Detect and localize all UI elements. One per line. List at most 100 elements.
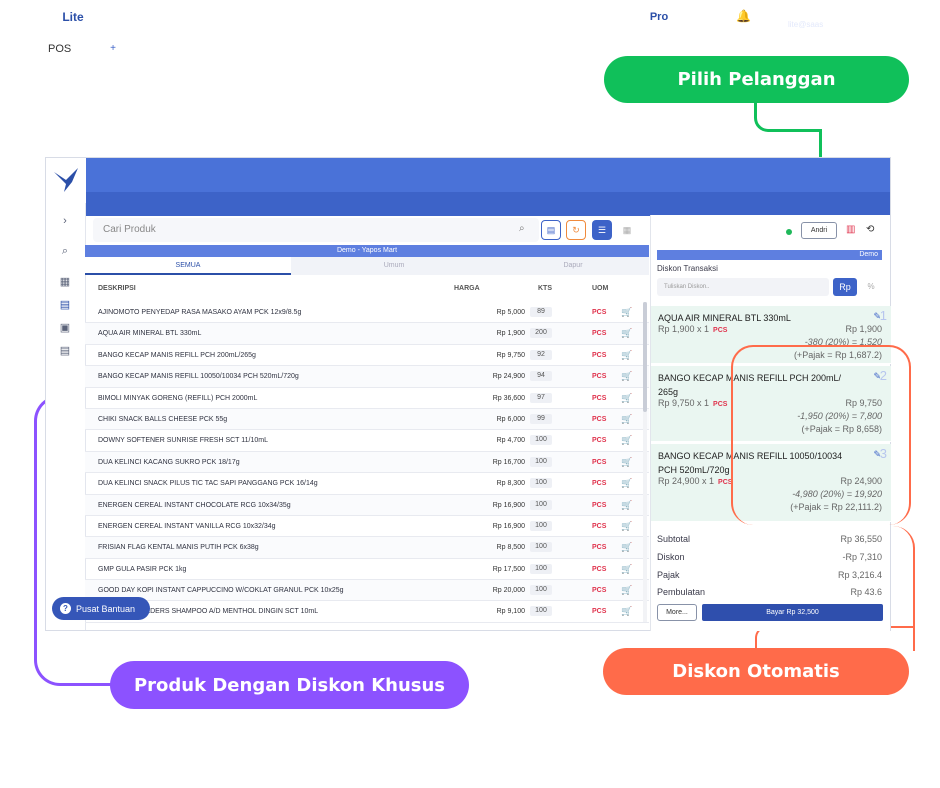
more-button[interactable]: More... [657,604,697,621]
pay-button[interactable]: Bayar Rp 32,500 [702,604,883,621]
tab-umum[interactable]: Umum [291,257,497,275]
search-icon[interactable]: ⌕ [55,245,75,261]
tab-semua[interactable]: SEMUA [85,257,291,275]
table-row[interactable]: ENERGEN CEREAL INSTANT CHOCOLATE RCG 10x… [85,494,649,516]
cart-item-qty-label: Rp 1,900 x 1 [658,324,710,334]
chevron-right-icon[interactable]: › [55,215,75,231]
product-uom: PCS [592,437,607,445]
cart-icon[interactable]: 🛒 [621,564,632,575]
search-icon[interactable]: ⌕ [519,223,525,234]
product-stock: 99 [530,413,552,424]
discount-rp-toggle[interactable]: Rp [833,278,857,296]
product-description: DOWNY SOFTENER SUNRISE FRESH SCT 11/10mL [98,437,268,445]
search-input[interactable]: Cari Produk [103,224,156,235]
table-row[interactable]: DUA KELINCI SNACK PILUS TIC TAC SAPI PAN… [85,473,649,495]
grid-view-button[interactable]: ▦ [617,220,637,240]
header-uom[interactable]: UOM [592,285,608,292]
refresh-icon[interactable]: ↻ [566,220,586,240]
dashboard-icon[interactable]: ▦ [55,275,75,291]
product-uom: PCS [592,458,607,466]
simple-mode-toggle[interactable]: ⇄ Simple [676,10,724,23]
settings-link[interactable]: Pengaturan [103,11,164,23]
list-view-button[interactable]: ☰ [592,220,612,240]
product-stock: 97 [530,392,552,403]
header-kts[interactable]: KTS [538,285,552,292]
user-menu[interactable]: Demo ⌄ [792,6,831,17]
receipt-icon[interactable]: ▥ [846,224,855,235]
product-price: Rp 24,900 [492,373,525,381]
product-description: FRISIAN FLAG KENTAL MANIS PUTIH PCK 6x38… [98,544,259,552]
cart-item-qty-label: Rp 9,750 x 1 [658,398,710,408]
table-row[interactable]: BANGO KECAP MANIS REFILL PCH 200mL/265g R… [85,345,649,367]
archive-filter-button[interactable]: ▤ [541,220,561,240]
cart-icon[interactable]: 🛒 [621,307,632,318]
diskon-label: Diskon [657,552,685,562]
cart-item-name: AQUA AIR MINERAL BTL 330mL [658,313,791,323]
table-row[interactable]: FRISIAN FLAG KENTAL MANIS PUTIH PCK 6x38… [85,537,649,559]
store-banner: Demo - Yapos Mart [85,245,649,257]
table-row[interactable]: BIMOLI MINYAK GORENG (REFILL) PCH 2000mL… [85,388,649,409]
product-uom: PCS [592,309,607,316]
product-price: Rp 1,900 [496,330,525,338]
connector-green [754,102,822,132]
cart-icon[interactable]: 🛒 [621,457,632,468]
product-description: AJINOMOTO PENYEDAP RASA MASAKO AYAM PCK … [98,309,302,316]
bell-icon[interactable]: 🔔 [736,9,751,23]
product-description: GOOD DAY KOPI INSTANT CAPPUCCINO W/COKLA… [98,587,344,595]
callout-produk-diskon: Produk Dengan Diskon Khusus [110,661,469,709]
discount-input[interactable]: Tuliskan Diskon.. [657,278,829,296]
question-icon: ? [60,603,71,614]
table-row[interactable]: HEAD & SHOULDERS SHAMPOO A/D MENTHOL DIN… [85,601,649,623]
add-tab-button[interactable]: + [107,43,119,55]
cart-icon[interactable]: 🛒 [621,371,632,382]
customer-select-button[interactable]: Andri [801,222,837,239]
cart-icon[interactable]: 🛒 [621,435,632,446]
scrollbar-thumb[interactable] [643,302,647,412]
archive-icon[interactable]: ▣ [55,321,75,337]
pajak-label: Pajak [657,570,680,580]
cart-item-uom: PCS [713,401,728,408]
tab-bar [86,192,890,216]
product-description: ENERGEN CEREAL INSTANT VANILLA RCG 10x32… [98,522,276,530]
product-price: Rp 9,750 [496,351,525,359]
table-row[interactable]: ENERGEN CEREAL INSTANT VANILLA RCG 10x32… [85,516,649,538]
table-row[interactable]: BANGO KECAP MANIS REFILL 10050/10034 PCH… [85,366,649,388]
callout-diskon-otomatis: Diskon Otomatis [603,648,909,695]
cart-icon[interactable]: 🛒 [621,414,632,425]
cart-icon[interactable]: 🛒 [621,585,632,596]
table-row[interactable]: GMP GULA PASIR PCK 1kg Rp 17,500 100 PCS 🛒 [85,559,649,581]
cart-icon[interactable]: 🛒 [621,350,632,361]
product-uom: PCS [592,565,607,573]
chevron-down-icon: ⌄ [822,6,831,17]
pos-icon[interactable]: ▤ [55,298,75,314]
pro-badge[interactable]: Pro [646,7,672,27]
product-description: DUA KELINCI SNACK PILUS TIC TAC SAPI PAN… [98,480,318,488]
header-deskripsi[interactable]: DESKRIPSI [98,285,136,292]
table-row[interactable]: DOWNY SOFTENER SUNRISE FRESH SCT 11/10mL… [85,430,649,452]
cart-icon[interactable]: 🛒 [621,478,632,489]
cart-icon[interactable]: 🛒 [621,500,632,511]
product-uom: PCS [592,394,607,402]
list-icon[interactable]: ▤ [55,344,75,360]
cart-icon[interactable]: 🛒 [621,393,632,404]
history-icon[interactable]: ⟲ [866,224,874,235]
tab-pos[interactable]: POS [42,40,102,58]
help-button[interactable]: ? Pusat Bantuan [52,597,150,620]
table-row[interactable]: GOOD DAY KOPI INSTANT CAPPUCCINO W/COKLA… [85,580,649,602]
product-price: Rp 6,000 [496,415,525,423]
cart-icon[interactable]: 🛒 [621,606,632,617]
plan-badge[interactable]: Lite [58,6,88,28]
header-harga[interactable]: HARGA [454,285,480,292]
product-price: Rp 16,700 [492,458,525,466]
callout-pilih-pelanggan: Pilih Pelanggan [604,56,909,103]
cart-icon[interactable]: 🛒 [621,521,632,532]
cart-icon[interactable]: 🛒 [621,328,632,339]
tab-dapur[interactable]: Dapur [497,257,649,275]
status-dot [786,229,792,235]
table-row[interactable]: AQUA AIR MINERAL BTL 330mL Rp 1,900 200 PCS… [85,323,649,345]
discount-percent-toggle[interactable]: % [860,278,882,296]
table-row[interactable]: CHIKI SNACK BALLS CHEESE PCK 55g Rp 6,000… [85,408,649,431]
table-row[interactable]: DUA KELINCI KACANG SUKRO PCK 18/17g Rp 16… [85,451,649,474]
cart-icon[interactable]: 🛒 [621,542,632,553]
table-row[interactable]: AJINOMOTO PENYEDAP RASA MASAKO AYAM PCK … [85,302,649,324]
